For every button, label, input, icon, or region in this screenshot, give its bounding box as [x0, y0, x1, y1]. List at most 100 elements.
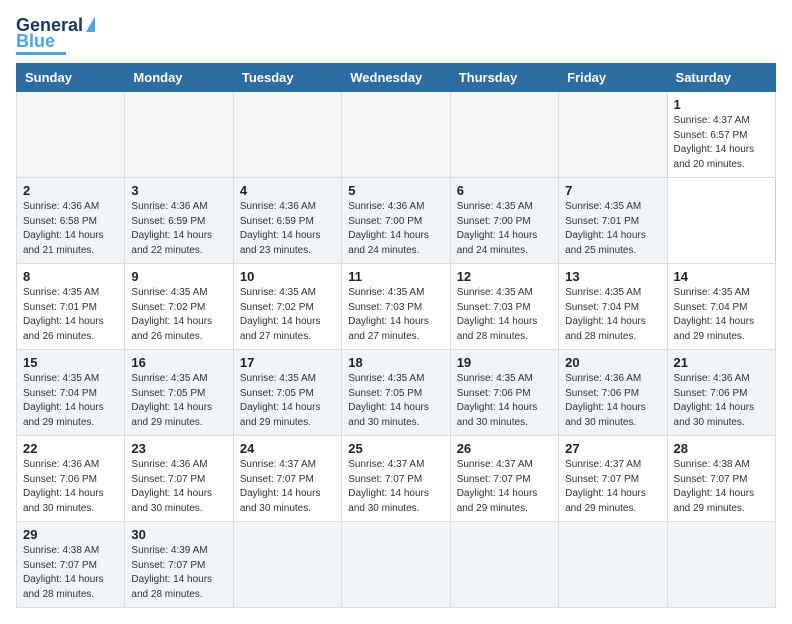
calendar-body: 1 Sunrise: 4:37 AMSunset: 6:57 PMDaylight… [17, 92, 776, 608]
calendar-day-20: 20 Sunrise: 4:36 AMSunset: 7:06 PMDayligh… [559, 350, 667, 436]
day-number: 28 [674, 441, 769, 456]
calendar-day-3: 3 Sunrise: 4:36 AMSunset: 6:59 PMDaylight… [125, 178, 233, 264]
calendar-day-13: 13 Sunrise: 4:35 AMSunset: 7:04 PMDayligh… [559, 264, 667, 350]
day-info: Sunrise: 4:35 AMSunset: 7:04 PMDaylight:… [23, 373, 104, 428]
weekday-header-friday: Friday [559, 64, 667, 92]
day-number: 13 [565, 269, 660, 284]
empty-cell [667, 522, 775, 608]
calendar-day-22: 22 Sunrise: 4:36 AMSunset: 7:06 PMDayligh… [17, 436, 125, 522]
day-number: 30 [131, 527, 226, 542]
calendar-day-8: 8Sunrise: 4:35 AMSunset: 7:01 PMDaylight… [17, 264, 125, 350]
day-number: 15 [23, 355, 118, 370]
day-info: Sunrise: 4:35 AMSunset: 7:03 PMDaylight:… [457, 287, 538, 342]
empty-cell [17, 92, 125, 178]
day-info: Sunrise: 4:35 AMSunset: 7:02 PMDaylight:… [240, 287, 321, 342]
day-number: 22 [23, 441, 118, 456]
day-number: 26 [457, 441, 552, 456]
day-number: 18 [348, 355, 443, 370]
day-info: Sunrise: 4:35 AMSunset: 7:01 PMDaylight:… [565, 201, 646, 256]
calendar-day-6: 6 Sunrise: 4:35 AMSunset: 7:00 PMDaylight… [450, 178, 558, 264]
day-info: Sunrise: 4:38 AMSunset: 7:07 PMDaylight:… [674, 459, 755, 514]
calendar-day-21: 21 Sunrise: 4:36 AMSunset: 7:06 PMDayligh… [667, 350, 775, 436]
empty-cell [450, 522, 558, 608]
calendar-day-23: 23Sunrise: 4:36 AMSunset: 7:07 PMDayligh… [125, 436, 233, 522]
day-info: Sunrise: 4:36 AMSunset: 7:06 PMDaylight:… [674, 373, 755, 428]
calendar-day-24: 24Sunrise: 4:37 AMSunset: 7:07 PMDayligh… [233, 436, 341, 522]
calendar-day-12: 12 Sunrise: 4:35 AMSunset: 7:03 PMDayligh… [450, 264, 558, 350]
calendar-week-4: 15 Sunrise: 4:35 AMSunset: 7:04 PMDayligh… [17, 350, 776, 436]
day-number: 7 [565, 183, 660, 198]
day-number: 23 [131, 441, 226, 456]
day-number: 10 [240, 269, 335, 284]
day-info: Sunrise: 4:35 AMSunset: 7:05 PMDaylight:… [240, 373, 321, 428]
day-number: 20 [565, 355, 660, 370]
day-number: 17 [240, 355, 335, 370]
logo-underline [16, 52, 66, 55]
empty-cell [233, 92, 341, 178]
calendar-week-2: 2Sunrise: 4:36 AMSunset: 6:58 PMDaylight… [17, 178, 776, 264]
day-info: Sunrise: 4:35 AMSunset: 7:02 PMDaylight:… [131, 287, 212, 342]
day-info: Sunrise: 4:36 AMSunset: 6:59 PMDaylight:… [131, 201, 212, 256]
calendar-week-5: 22 Sunrise: 4:36 AMSunset: 7:06 PMDayligh… [17, 436, 776, 522]
empty-cell [342, 92, 450, 178]
day-info: Sunrise: 4:35 AMSunset: 7:04 PMDaylight:… [565, 287, 646, 342]
day-info: Sunrise: 4:36 AMSunset: 7:00 PMDaylight:… [348, 201, 429, 256]
day-number: 5 [348, 183, 443, 198]
day-info: Sunrise: 4:35 AMSunset: 7:00 PMDaylight:… [457, 201, 538, 256]
day-info: Sunrise: 4:37 AMSunset: 7:07 PMDaylight:… [348, 459, 429, 514]
weekday-header-monday: Monday [125, 64, 233, 92]
day-info: Sunrise: 4:35 AMSunset: 7:05 PMDaylight:… [348, 373, 429, 428]
calendar-day-14: 14Sunrise: 4:35 AMSunset: 7:04 PMDayligh… [667, 264, 775, 350]
day-number: 9 [131, 269, 226, 284]
day-number: 1 [674, 97, 769, 112]
day-number: 2 [23, 183, 118, 198]
calendar-header: SundayMondayTuesdayWednesdayThursdayFrid… [17, 64, 776, 92]
calendar-day-15: 15 Sunrise: 4:35 AMSunset: 7:04 PMDayligh… [17, 350, 125, 436]
day-number: 3 [131, 183, 226, 198]
calendar-week-1: 1 Sunrise: 4:37 AMSunset: 6:57 PMDaylight… [17, 92, 776, 178]
day-info: Sunrise: 4:36 AMSunset: 7:06 PMDaylight:… [23, 459, 104, 514]
weekday-header-row: SundayMondayTuesdayWednesdayThursdayFrid… [17, 64, 776, 92]
day-info: Sunrise: 4:39 AMSunset: 7:07 PMDaylight:… [131, 545, 212, 600]
weekday-header-thursday: Thursday [450, 64, 558, 92]
logo-text-blue: Blue [16, 32, 55, 50]
empty-cell [125, 92, 233, 178]
day-number: 14 [674, 269, 769, 284]
day-number: 16 [131, 355, 226, 370]
calendar-day-27: 27Sunrise: 4:37 AMSunset: 7:07 PMDayligh… [559, 436, 667, 522]
page-header: General Blue [16, 16, 776, 55]
calendar-day-19: 19 Sunrise: 4:35 AMSunset: 7:06 PMDayligh… [450, 350, 558, 436]
day-number: 8 [23, 269, 118, 284]
empty-cell [233, 522, 341, 608]
empty-cell [342, 522, 450, 608]
day-number: 11 [348, 269, 443, 284]
day-info: Sunrise: 4:37 AMSunset: 7:07 PMDaylight:… [565, 459, 646, 514]
day-info: Sunrise: 4:37 AMSunset: 6:57 PMDaylight:… [674, 115, 755, 170]
calendar-day-25: 25 Sunrise: 4:37 AMSunset: 7:07 PMDayligh… [342, 436, 450, 522]
day-info: Sunrise: 4:36 AMSunset: 6:59 PMDaylight:… [240, 201, 321, 256]
empty-cell [559, 522, 667, 608]
day-info: Sunrise: 4:35 AMSunset: 7:05 PMDaylight:… [131, 373, 212, 428]
calendar-day-26: 26 Sunrise: 4:37 AMSunset: 7:07 PMDayligh… [450, 436, 558, 522]
day-number: 19 [457, 355, 552, 370]
calendar-day-28: 28 Sunrise: 4:38 AMSunset: 7:07 PMDayligh… [667, 436, 775, 522]
calendar-day-5: 5 Sunrise: 4:36 AMSunset: 7:00 PMDaylight… [342, 178, 450, 264]
day-number: 29 [23, 527, 118, 542]
weekday-header-wednesday: Wednesday [342, 64, 450, 92]
day-info: Sunrise: 4:35 AMSunset: 7:06 PMDaylight:… [457, 373, 538, 428]
day-number: 24 [240, 441, 335, 456]
calendar-day-16: 16 Sunrise: 4:35 AMSunset: 7:05 PMDayligh… [125, 350, 233, 436]
day-number: 21 [674, 355, 769, 370]
calendar-week-6: 29Sunrise: 4:38 AMSunset: 7:07 PMDayligh… [17, 522, 776, 608]
day-number: 6 [457, 183, 552, 198]
day-number: 25 [348, 441, 443, 456]
calendar-week-3: 8Sunrise: 4:35 AMSunset: 7:01 PMDaylight… [17, 264, 776, 350]
day-info: Sunrise: 4:36 AMSunset: 7:06 PMDaylight:… [565, 373, 646, 428]
calendar-day-10: 10 Sunrise: 4:35 AMSunset: 7:02 PMDayligh… [233, 264, 341, 350]
calendar-day-9: 9 Sunrise: 4:35 AMSunset: 7:02 PMDaylight… [125, 264, 233, 350]
calendar-day-7: 7 Sunrise: 4:35 AMSunset: 7:01 PMDaylight… [559, 178, 667, 264]
calendar-day-29: 29Sunrise: 4:38 AMSunset: 7:07 PMDayligh… [17, 522, 125, 608]
day-number: 12 [457, 269, 552, 284]
day-info: Sunrise: 4:37 AMSunset: 7:07 PMDaylight:… [457, 459, 538, 514]
calendar-day-1: 1 Sunrise: 4:37 AMSunset: 6:57 PMDaylight… [667, 92, 775, 178]
